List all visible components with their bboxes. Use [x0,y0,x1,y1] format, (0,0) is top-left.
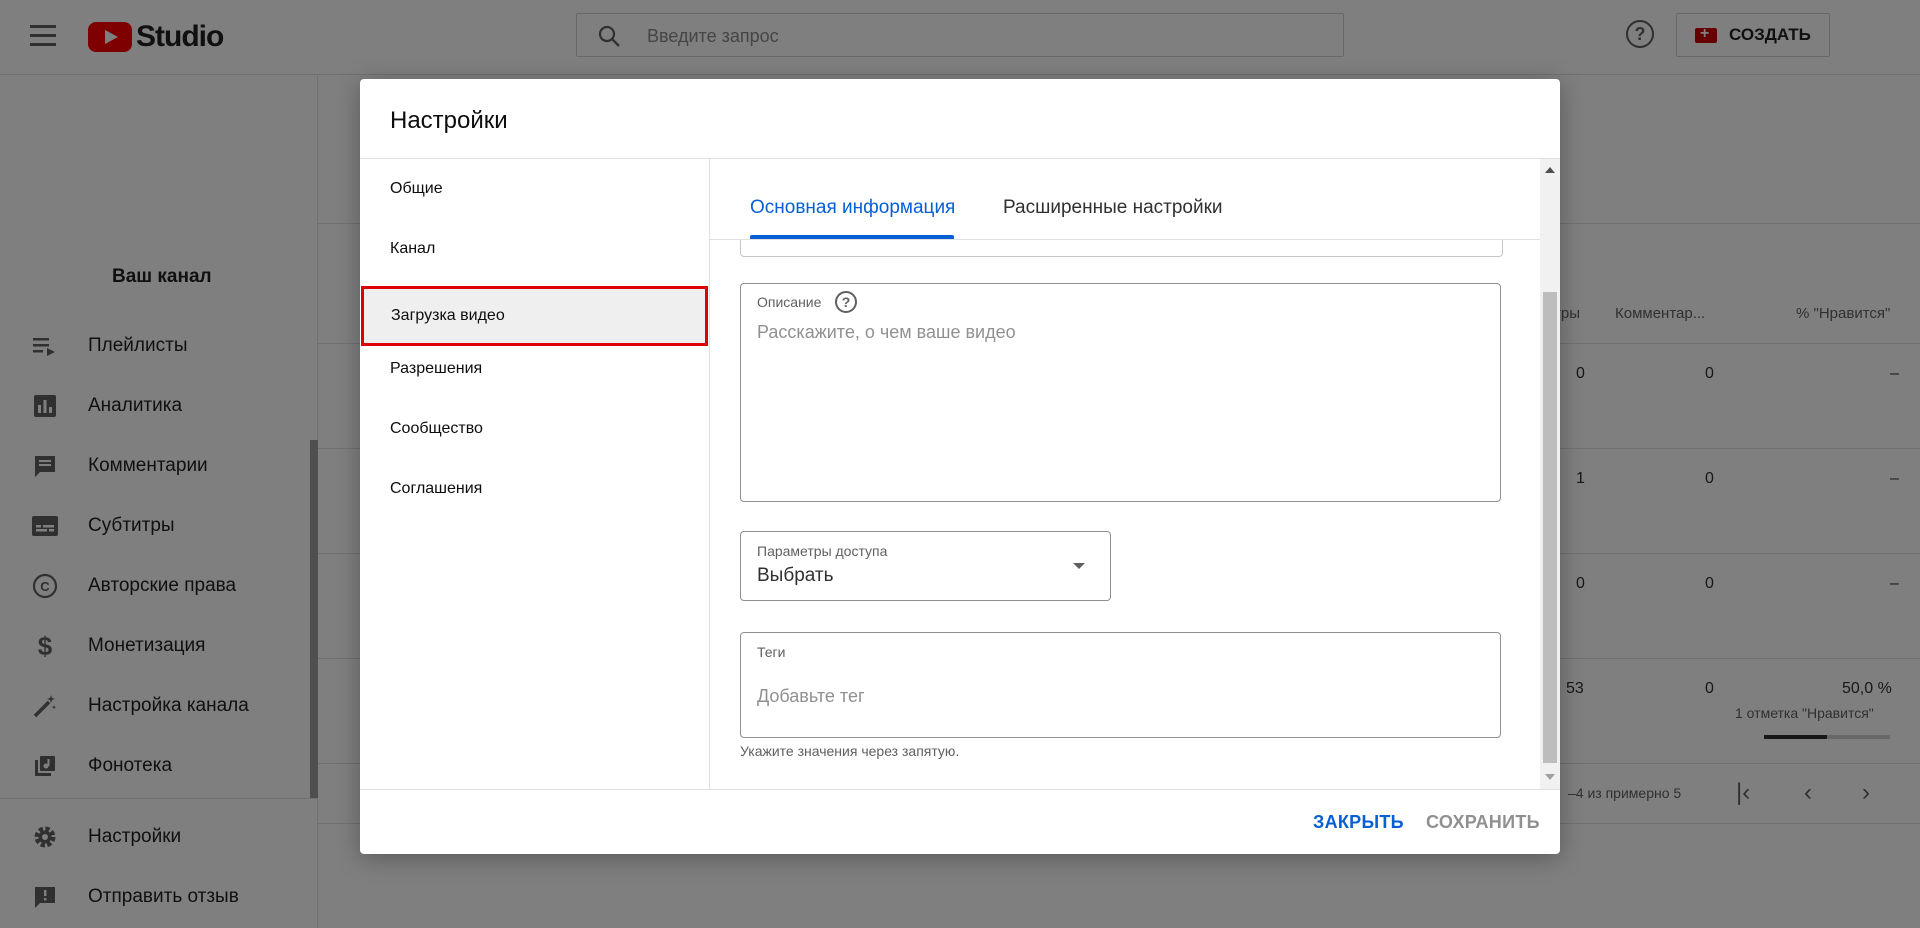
description-placeholder: Расскажите, о чем ваше видео [757,322,1016,342]
description-label: Описание [757,294,822,310]
dialog-title: Настройки [390,107,508,134]
settings-content: Основная информация Расширенные настройк… [710,159,1560,789]
save-button[interactable]: СОХРАНИТЬ [1426,812,1540,833]
settings-nav-general[interactable]: Общие [360,159,709,219]
tab-bar: Основная информация Расширенные настройк… [710,159,1540,240]
dialog-scrollbar[interactable] [1540,159,1560,789]
nav-label: Соглашения [390,480,483,497]
settings-nav-agreements[interactable]: Соглашения [360,459,709,519]
settings-nav-channel[interactable]: Канал [360,219,709,279]
scroll-up-icon[interactable] [1545,167,1555,173]
settings-dialog: Настройки Общие Канал Загрузка видео Раз… [360,79,1560,854]
settings-nav-upload-defaults[interactable]: Загрузка видео [361,286,708,346]
visibility-select[interactable]: Параметры доступа Выбрать [740,531,1111,601]
tab-advanced-settings[interactable]: Расширенные настройки [1003,197,1223,219]
tags-hint: Укажите значения через запятую. [740,743,960,759]
tab-basic-info[interactable]: Основная информация [750,197,955,219]
close-button[interactable]: ЗАКРЫТЬ [1313,812,1404,833]
nav-label: Канал [390,240,436,257]
chevron-down-icon [1073,563,1085,569]
nav-label: Сообщество [390,420,483,437]
nav-label: Загрузка видео [391,307,505,324]
nav-label: Разрешения [390,360,483,377]
tags-label: Теги [757,644,786,660]
settings-nav: Общие Канал Загрузка видео Разрешения Со… [360,159,710,789]
settings-nav-community[interactable]: Сообщество [360,399,709,459]
scrollbar-thumb[interactable] [1543,292,1557,763]
description-field[interactable]: Описание ? Расскажите, о чем ваше видео [740,283,1501,502]
tags-field[interactable]: Теги Добавьте тег [740,632,1501,738]
tags-placeholder: Добавьте тег [757,686,865,706]
settings-nav-permissions[interactable]: Разрешения [360,339,709,399]
divider [360,789,1560,790]
nav-label: Общие [390,180,443,197]
help-icon[interactable]: ? [835,291,857,313]
active-tab-indicator [750,235,954,239]
scroll-down-icon[interactable] [1545,774,1555,780]
visibility-label: Параметры доступа [757,543,888,559]
visibility-value: Выбрать [757,565,834,586]
